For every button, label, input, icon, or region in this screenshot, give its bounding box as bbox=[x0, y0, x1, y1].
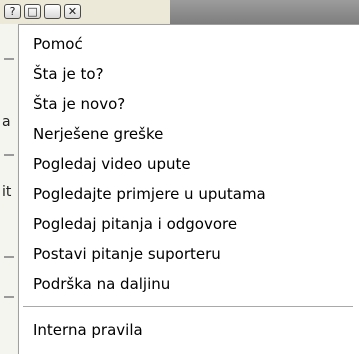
menu-item-whats-this[interactable]: Šta je to? bbox=[33, 62, 104, 87]
left-panel-tick bbox=[4, 58, 14, 60]
menu-item-video-tutorials[interactable]: Pogledaj video upute bbox=[33, 152, 191, 177]
menu-item-remote-support[interactable]: Podrška na daljinu bbox=[33, 272, 170, 297]
menu-item-help[interactable]: Pomoć bbox=[33, 32, 83, 57]
menu-item-unresolved-errors[interactable]: Nerješene greške bbox=[33, 122, 163, 147]
menu-item-examples[interactable]: Pogledajte primjere u uputama bbox=[33, 182, 266, 207]
menu-item-whats-new[interactable]: Šta je novo? bbox=[33, 92, 125, 117]
left-panel-tick bbox=[4, 154, 14, 156]
menu-item-internal-rules[interactable]: Interna pravila bbox=[33, 318, 143, 343]
left-panel-tick bbox=[4, 256, 14, 258]
help-button[interactable]: ? bbox=[4, 4, 21, 19]
maximize-button-alt[interactable] bbox=[44, 4, 61, 19]
left-panel-text: it bbox=[2, 184, 12, 200]
window-title-bar-dark bbox=[170, 0, 359, 24]
maximize-button[interactable]: □ bbox=[24, 4, 41, 19]
left-panel-tick bbox=[4, 296, 14, 298]
menu-separator bbox=[23, 306, 353, 307]
menu-item-ask-support[interactable]: Postavi pitanje suporteru bbox=[33, 242, 221, 267]
left-panel-text: a bbox=[2, 114, 11, 130]
help-dropdown-menu: Pomoć Šta je to? Šta je novo? Nerješene … bbox=[18, 24, 359, 354]
close-button[interactable]: ✕ bbox=[64, 4, 81, 19]
menu-item-faq[interactable]: Pogledaj pitanja i odgovore bbox=[33, 212, 237, 237]
